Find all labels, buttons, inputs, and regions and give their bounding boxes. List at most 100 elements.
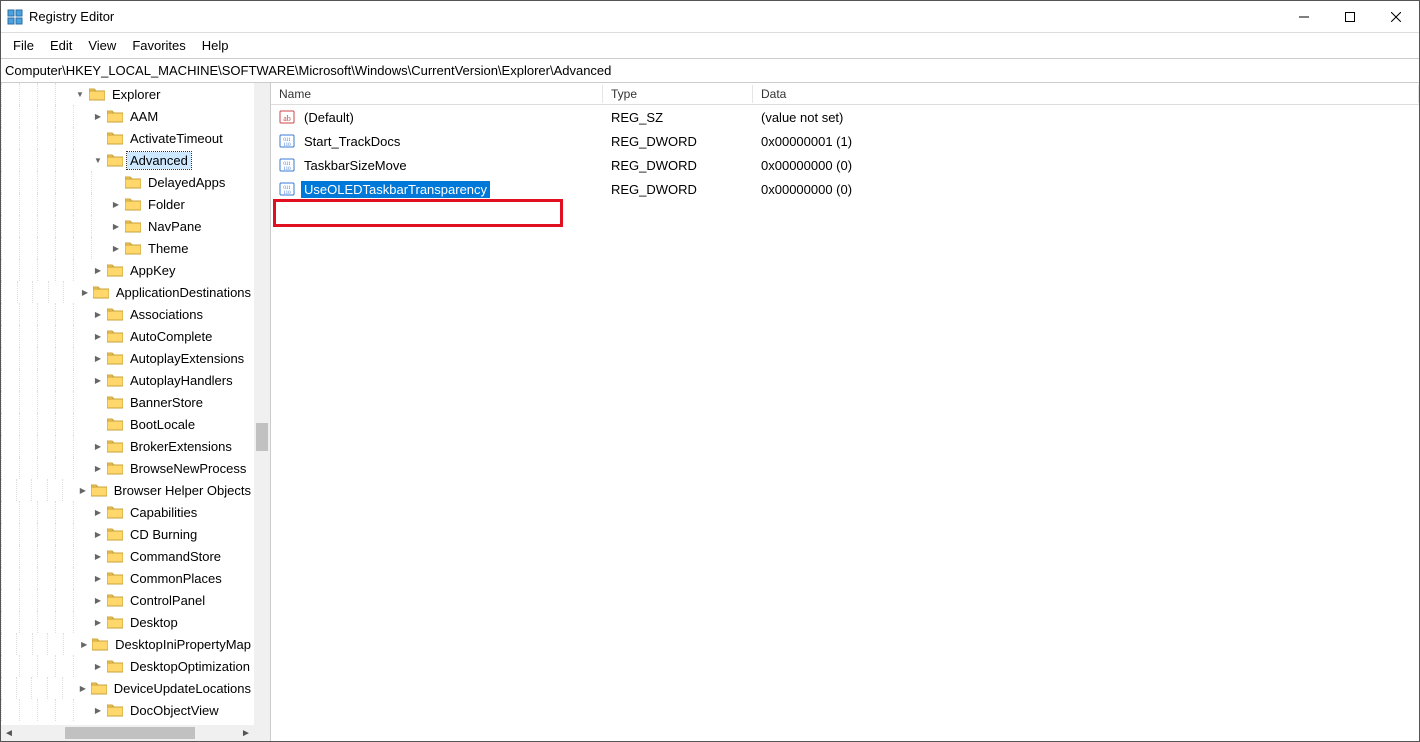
column-type[interactable]: Type <box>603 85 753 103</box>
tree-item[interactable]: ▶Desktop <box>1 611 254 633</box>
menu-edit[interactable]: Edit <box>42 35 80 56</box>
expand-icon[interactable]: ▶ <box>91 354 105 363</box>
expand-icon[interactable]: ▶ <box>91 112 105 121</box>
tree-item[interactable]: BootLocale <box>1 413 254 435</box>
address-bar[interactable]: Computer\HKEY_LOCAL_MACHINE\SOFTWARE\Mic… <box>1 59 1419 83</box>
expand-icon[interactable]: ▶ <box>77 486 89 495</box>
expand-icon[interactable]: ▶ <box>77 684 89 693</box>
tree-item[interactable]: ▶AutoplayExtensions <box>1 347 254 369</box>
folder-icon <box>107 439 123 453</box>
expand-icon[interactable]: ▼ <box>73 90 87 99</box>
tree-item-label: BrokerExtensions <box>127 438 235 455</box>
tree-item[interactable]: ActivateTimeout <box>1 127 254 149</box>
expand-icon[interactable]: ▶ <box>79 288 91 297</box>
expand-icon[interactable]: ▶ <box>91 376 105 385</box>
column-name[interactable]: Name <box>271 85 603 103</box>
expand-icon[interactable]: ▶ <box>91 552 105 561</box>
folder-icon <box>107 417 123 431</box>
tree-item[interactable]: ▶DocObjectView <box>1 699 254 721</box>
folder-icon <box>107 307 123 321</box>
scrollbar-thumb[interactable] <box>256 423 268 451</box>
tree-item[interactable]: ▶AutoplayHandlers <box>1 369 254 391</box>
svg-text:ab: ab <box>283 114 291 123</box>
value-list[interactable]: ab(Default)REG_SZ(value not set)011110St… <box>271 105 1419 741</box>
tree-item[interactable]: ▶DeviceUpdateLocations <box>1 677 254 699</box>
tree-item[interactable]: ▶CommonPlaces <box>1 567 254 589</box>
expand-icon[interactable]: ▶ <box>91 464 105 473</box>
tree-item[interactable]: ▶AAM <box>1 105 254 127</box>
tree-item[interactable]: ▶DesktopIniPropertyMap <box>1 633 254 655</box>
tree-item[interactable]: ▶ ApplicationDestinations <box>1 281 254 303</box>
tree-item[interactable]: DelayedApps <box>1 171 254 193</box>
value-row[interactable]: 011110Start_TrackDocsREG_DWORD0x00000001… <box>271 129 1419 153</box>
tree-item[interactable]: ▶ CD Burning <box>1 523 254 545</box>
tree-item[interactable]: ▶Capabilities <box>1 501 254 523</box>
value-row[interactable]: ab(Default)REG_SZ(value not set) <box>271 105 1419 129</box>
expand-icon[interactable]: ▶ <box>109 244 123 253</box>
tree-item-label: AppKey <box>127 262 179 279</box>
expand-icon[interactable]: ▶ <box>109 200 123 209</box>
titlebar-text: Registry Editor <box>29 9 114 24</box>
expand-icon[interactable]: ▶ <box>91 310 105 319</box>
scroll-right-icon[interactable]: ► <box>238 725 254 741</box>
expand-icon[interactable]: ▼ <box>91 156 105 165</box>
titlebar[interactable]: Registry Editor <box>1 1 1419 33</box>
expand-icon[interactable]: ▶ <box>109 222 123 231</box>
tree-item[interactable]: ▶AutoComplete <box>1 325 254 347</box>
menu-help[interactable]: Help <box>194 35 237 56</box>
tree-item[interactable]: ▶ AppKey <box>1 259 254 281</box>
tree-item[interactable]: ▶BrowseNewProcess <box>1 457 254 479</box>
tree-pane: ▼Explorer▶AAMActivateTimeout▼AdvancedDel… <box>1 83 271 741</box>
folder-icon <box>125 219 141 233</box>
tree-vertical-scrollbar[interactable] <box>254 83 270 725</box>
tree-horizontal-scrollbar[interactable]: ◄ ► <box>1 725 254 741</box>
menu-view[interactable]: View <box>80 35 124 56</box>
expand-icon[interactable]: ▶ <box>91 508 105 517</box>
folder-icon <box>107 593 123 607</box>
scroll-left-icon[interactable]: ◄ <box>1 725 17 741</box>
tree-item[interactable]: ▶Browser Helper Objects <box>1 479 254 501</box>
tree-item[interactable]: ▶Associations <box>1 303 254 325</box>
tree[interactable]: ▼Explorer▶AAMActivateTimeout▼AdvancedDel… <box>1 83 254 725</box>
tree-item[interactable]: ▶ BrokerExtensions <box>1 435 254 457</box>
tree-item-label: ApplicationDestinations <box>113 284 254 301</box>
tree-item[interactable]: ▶CommandStore <box>1 545 254 567</box>
tree-item[interactable]: ▶NavPane <box>1 215 254 237</box>
tree-item[interactable]: ▼Explorer <box>1 83 254 105</box>
tree-item[interactable]: BannerStore <box>1 391 254 413</box>
folder-icon <box>107 329 123 343</box>
tree-item[interactable]: ▼Advanced <box>1 149 254 171</box>
folder-icon <box>91 681 107 695</box>
value-type: REG_SZ <box>603 110 753 125</box>
value-data: 0x00000000 (0) <box>753 158 1419 173</box>
tree-item[interactable]: ▶ DesktopOptimization <box>1 655 254 677</box>
value-row[interactable]: 011110UseOLEDTaskbarTransparencyREG_DWOR… <box>271 177 1419 201</box>
scrollbar-thumb[interactable] <box>65 727 195 739</box>
expand-icon[interactable]: ▶ <box>91 332 105 341</box>
tree-item[interactable]: ▶Theme <box>1 237 254 259</box>
minimize-button[interactable] <box>1281 1 1327 32</box>
menu-file[interactable]: File <box>5 35 42 56</box>
menu-favorites[interactable]: Favorites <box>124 35 193 56</box>
value-type: REG_DWORD <box>603 134 753 149</box>
expand-icon[interactable]: ▶ <box>91 442 105 451</box>
tree-item[interactable]: ▶ControlPanel <box>1 589 254 611</box>
svg-text:110: 110 <box>283 143 291 148</box>
column-data[interactable]: Data <box>753 85 1419 103</box>
folder-icon <box>107 109 123 123</box>
expand-icon[interactable]: ▶ <box>91 706 105 715</box>
expand-icon[interactable]: ▶ <box>91 618 105 627</box>
expand-icon[interactable]: ▶ <box>78 640 90 649</box>
close-button[interactable] <box>1373 1 1419 32</box>
expand-icon[interactable]: ▶ <box>91 662 105 671</box>
tree-item-label: CD Burning <box>127 526 200 543</box>
expand-icon[interactable]: ▶ <box>91 574 105 583</box>
tree-item[interactable]: ▶Folder <box>1 193 254 215</box>
expand-icon[interactable]: ▶ <box>91 266 105 275</box>
tree-item-label: DesktopOptimization <box>127 658 253 675</box>
expand-icon[interactable]: ▶ <box>91 530 105 539</box>
value-row[interactable]: 011110TaskbarSizeMoveREG_DWORD0x00000000… <box>271 153 1419 177</box>
folder-icon <box>107 461 123 475</box>
expand-icon[interactable]: ▶ <box>91 596 105 605</box>
maximize-button[interactable] <box>1327 1 1373 32</box>
